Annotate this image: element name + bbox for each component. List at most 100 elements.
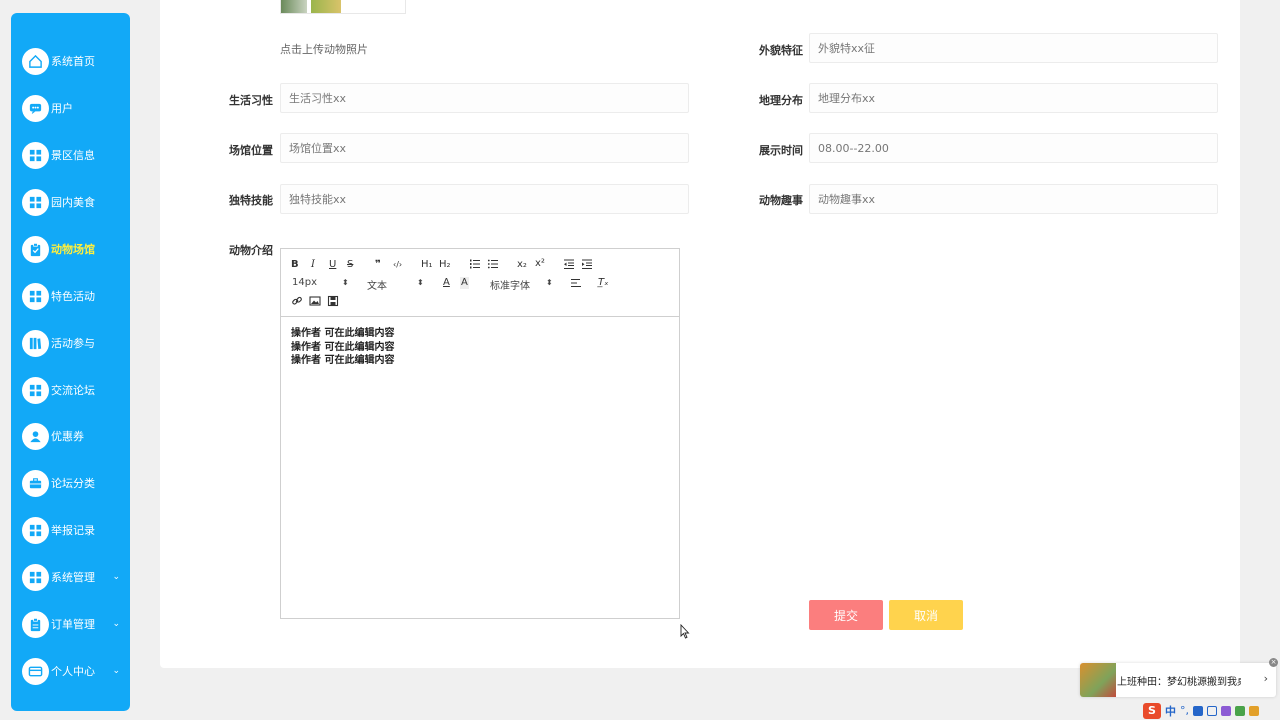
clipboard-icon [22,610,49,638]
animal-photo-preview[interactable] [280,0,406,14]
sidebar-item-profile[interactable]: 个人中心 ⌄ [11,653,130,689]
cancel-button[interactable]: 取消 [889,600,963,630]
sidebar-item-coupons[interactable]: 优惠券 [11,418,130,454]
sidebar-item-label: 景区信息 [51,149,95,162]
fun-facts-input[interactable] [809,184,1218,214]
notification-text: 上班种田：梦幻桃源搬到我桌面！ [1117,677,1241,688]
code-button[interactable]: ‹/› [393,259,402,271]
keyboard-icon[interactable] [1207,705,1217,716]
clear-format-button[interactable]: T̲ₓ [598,277,609,289]
notification-toast[interactable]: 上班种田：梦幻桃源搬到我桌面！ › [1080,663,1276,697]
bullet-list-icon[interactable] [487,258,499,274]
subscript-button[interactable]: x₂ [517,259,527,271]
rich-text-editor: B I U S ❞ ‹/› H₁ H₂ x₂ x² 14px ⬍ 文本 ⬍ A A … [280,248,680,619]
quote-button[interactable]: ❞ [375,259,381,271]
menu-icon[interactable] [1249,705,1259,716]
ime-mode-indicator[interactable]: 中 [1165,703,1176,719]
punctuation-icon[interactable]: °, [1180,704,1189,717]
strike-button[interactable]: S [347,259,353,271]
paragraph-select[interactable]: 文本 ⬍ [367,277,425,292]
sidebar-item-label: 系统首页 [51,55,95,68]
user-icon [22,422,49,450]
background-color-icon[interactable]: A [460,277,469,289]
sidebar-item-label: 特色活动 [51,290,95,303]
sidebar-item-label: 个人中心 [51,665,95,678]
align-icon[interactable] [570,277,582,293]
distribution-input[interactable] [809,83,1218,113]
habits-input[interactable] [280,83,689,113]
sidebar-item-orders[interactable]: 订单管理 ⌄ [11,606,130,642]
system-tray: S 中 °, [1143,701,1259,720]
ime-logo-icon[interactable]: S [1143,702,1161,719]
sidebar-item-system[interactable]: 系统管理 ⌄ [11,559,130,595]
paragraph-value: 文本 [367,281,387,292]
sidebar-item-label: 活动参与 [51,337,95,350]
skills-input[interactable] [280,184,689,214]
editor-line: 操作者 可在此编辑内容 [291,341,395,353]
editor-line: 操作者 可在此编辑内容 [291,355,395,366]
grid-icon [22,282,49,310]
sidebar-item-label: 优惠券 [51,430,84,443]
distribution-label: 地理分布 [759,94,803,107]
chat-icon [22,94,49,122]
video-icon[interactable] [327,295,339,311]
sidebar-item-users[interactable]: 用户 [11,90,130,126]
underline-button[interactable]: U [329,259,336,271]
grid-icon [22,188,49,216]
sidebar-item-label: 用户 [51,102,73,115]
italic-button[interactable]: I [311,259,315,271]
card-icon [22,657,49,685]
image-icon[interactable] [309,295,321,311]
microphone-icon[interactable] [1193,705,1203,716]
sidebar-item-reports[interactable]: 举报记录 [11,512,130,548]
sidebar-item-label: 动物场馆 [51,243,95,256]
ordered-list-icon[interactable] [469,258,481,274]
close-icon[interactable]: × [1269,658,1278,667]
font-color-icon[interactable]: A [443,277,450,289]
sidebar-item-label: 举报记录 [51,524,95,537]
editor-line: 操作者 可在此编辑内容 [291,328,395,339]
show-time-input[interactable] [809,133,1218,163]
upload-hint[interactable]: 点击上传动物照片 [280,41,368,57]
sidebar-item-special-events[interactable]: 特色活动 [11,278,130,314]
sidebar-item-forum[interactable]: 交流论坛 [11,372,130,408]
sidebar-item-home[interactable]: 系统首页 [11,43,130,79]
grid-icon [22,563,49,591]
appearance-input[interactable] [809,33,1218,63]
editor-toolbar: B I U S ❞ ‹/› H₁ H₂ x₂ x² 14px ⬍ 文本 ⬍ A A … [281,249,679,317]
briefcase-icon [22,469,49,497]
editor-content[interactable]: 操作者 可在此编辑内容 操作者 可在此编辑内容 操作者 可在此编辑内容 [291,327,671,368]
toolbox-icon[interactable] [1235,705,1245,716]
select-arrow-icon: ⬍ [342,278,349,287]
grid-icon [22,141,49,169]
sidebar-item-animal-venue[interactable]: 动物场馆 [11,231,130,267]
outdent-icon[interactable] [563,258,575,274]
superscript-button[interactable]: x² [535,258,545,270]
chevron-right-icon[interactable]: › [1264,672,1268,685]
clipboard-icon [22,235,49,263]
skin-icon[interactable] [1221,705,1231,716]
link-icon[interactable] [291,295,303,311]
sidebar-item-event-participation[interactable]: 活动参与 [11,325,130,361]
sidebar-item-food[interactable]: 园内美食 [11,184,130,220]
font-family-value: 标准字体 [490,281,530,292]
appearance-label: 外貌特征 [759,44,803,57]
sidebar-item-forum-category[interactable]: 论坛分类 [11,465,130,501]
font-size-select[interactable]: 14px ⬍ [292,277,350,288]
sidebar-item-label: 园内美食 [51,196,95,209]
indent-icon[interactable] [581,258,593,274]
submit-button[interactable]: 提交 [809,600,883,630]
fun-facts-label: 动物趣事 [759,194,803,207]
photo-thumbnail [281,0,307,13]
sidebar-item-scenic-info[interactable]: 景区信息 [11,137,130,173]
font-family-select[interactable]: 标准字体 ⬍ [490,277,554,292]
h2-button[interactable]: H₂ [439,259,451,271]
sidebar-item-label: 交流论坛 [51,384,95,397]
bold-button[interactable]: B [291,259,299,271]
show-time-label: 展示时间 [759,144,803,157]
sidebar-item-label: 系统管理 [51,571,95,584]
location-input[interactable] [280,133,689,163]
h1-button[interactable]: H₁ [421,259,433,271]
font-size-value: 14px [292,277,317,288]
photo-thumbnail [311,0,341,13]
